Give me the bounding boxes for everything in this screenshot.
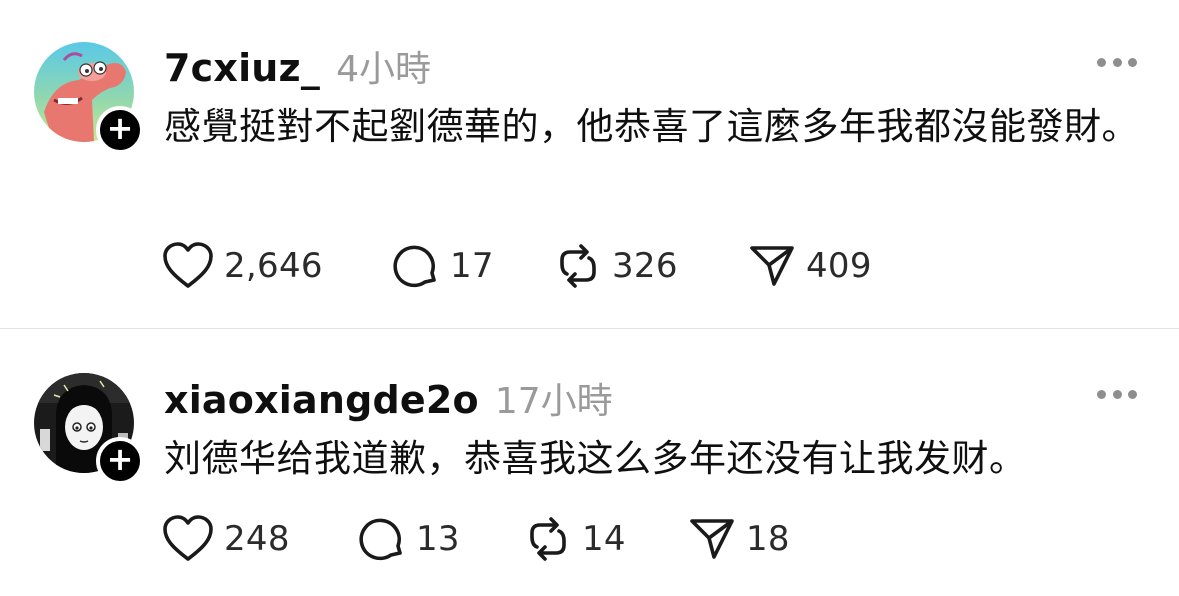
reply-count: 13 — [416, 519, 460, 559]
post-header: xiaoxiangde2o 17小時 — [164, 372, 613, 424]
heart-icon — [163, 242, 213, 288]
post-header: 7cxiuz_ 4小時 — [164, 40, 431, 92]
share-icon — [750, 246, 794, 286]
post-2: + xiaoxiangde2o 17小時 刘德华给我道歉，恭喜我这么多年还没有让… — [0, 329, 1179, 596]
timestamp: 17小時 — [494, 381, 613, 422]
follow-button[interactable]: + — [96, 437, 144, 485]
like-count: 248 — [224, 519, 290, 559]
more-icon — [1128, 57, 1137, 67]
share-icon — [690, 519, 734, 559]
share-button[interactable]: 18 — [688, 515, 790, 563]
more-options-button[interactable] — [1097, 384, 1137, 404]
share-button[interactable]: 409 — [748, 242, 872, 290]
reply-button[interactable]: 17 — [392, 242, 494, 290]
post-text: 感覺挺對不起劉德華的，他恭喜了這麼多年我都沒能發財。 — [164, 105, 1139, 148]
reply-icon — [393, 245, 436, 288]
more-icon — [1128, 389, 1137, 399]
heart-icon — [163, 515, 213, 561]
avatar-container[interactable]: + — [34, 42, 144, 154]
share-count: 18 — [746, 519, 790, 559]
timestamp: 4小時 — [336, 49, 431, 90]
post-text: 刘德华给我道歉，恭喜我这么多年还没有让我发财。 — [164, 437, 1027, 480]
like-button[interactable]: 2,646 — [162, 242, 323, 290]
reply-button[interactable]: 13 — [358, 515, 460, 563]
plus-icon: + — [106, 440, 134, 478]
more-icon — [1097, 57, 1106, 67]
more-icon — [1112, 389, 1122, 399]
post-1: + 7cxiuz_ 4小時 感覺挺對不起劉德華的，他恭喜了這麼多年我都沒能發財。… — [0, 0, 1179, 328]
more-options-button[interactable] — [1097, 52, 1137, 72]
username[interactable]: 7cxiuz_ — [164, 46, 320, 90]
repost-icon — [560, 244, 596, 288]
repost-button[interactable]: 14 — [524, 515, 626, 563]
repost-count: 14 — [582, 519, 626, 559]
more-icon — [1112, 57, 1122, 67]
repost-button[interactable]: 326 — [554, 242, 678, 290]
reply-icon — [359, 518, 402, 561]
plus-icon: + — [106, 109, 134, 147]
reply-count: 17 — [450, 246, 494, 286]
avatar-container[interactable]: + — [34, 373, 144, 485]
like-button[interactable]: 248 — [162, 515, 290, 563]
share-count: 409 — [806, 246, 872, 286]
like-count: 2,646 — [224, 246, 323, 286]
repost-count: 326 — [612, 246, 678, 286]
username[interactable]: xiaoxiangde2o — [164, 378, 479, 422]
repost-icon — [530, 517, 566, 561]
more-icon — [1097, 389, 1106, 399]
follow-button[interactable]: + — [96, 106, 144, 154]
